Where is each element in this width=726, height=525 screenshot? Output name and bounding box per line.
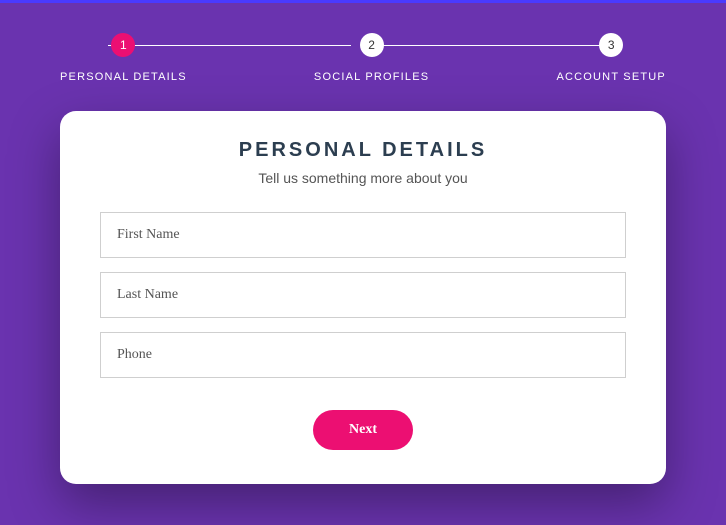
button-row: Next xyxy=(100,410,626,450)
page-title: PERSONAL DETAILS xyxy=(100,139,626,162)
phone-field[interactable] xyxy=(100,332,626,378)
next-button[interactable]: Next xyxy=(313,410,413,450)
step-social-profiles[interactable]: 2 SOCIAL PROFILES xyxy=(314,33,429,83)
step-label: SOCIAL PROFILES xyxy=(314,71,429,83)
step-number: 1 xyxy=(111,33,135,57)
step-account-setup[interactable]: 3 ACCOUNT SETUP xyxy=(556,33,666,83)
form-card: PERSONAL DETAILS Tell us something more … xyxy=(60,111,666,484)
first-name-field[interactable] xyxy=(100,212,626,258)
step-label: PERSONAL DETAILS xyxy=(60,71,187,83)
last-name-field[interactable] xyxy=(100,272,626,318)
stepper: 1 PERSONAL DETAILS 2 SOCIAL PROFILES 3 A… xyxy=(0,3,726,83)
step-label: ACCOUNT SETUP xyxy=(556,71,666,83)
step-number: 3 xyxy=(599,33,623,57)
step-personal-details[interactable]: 1 PERSONAL DETAILS xyxy=(60,33,187,83)
page-subtitle: Tell us something more about you xyxy=(100,170,626,186)
step-number: 2 xyxy=(360,33,384,57)
